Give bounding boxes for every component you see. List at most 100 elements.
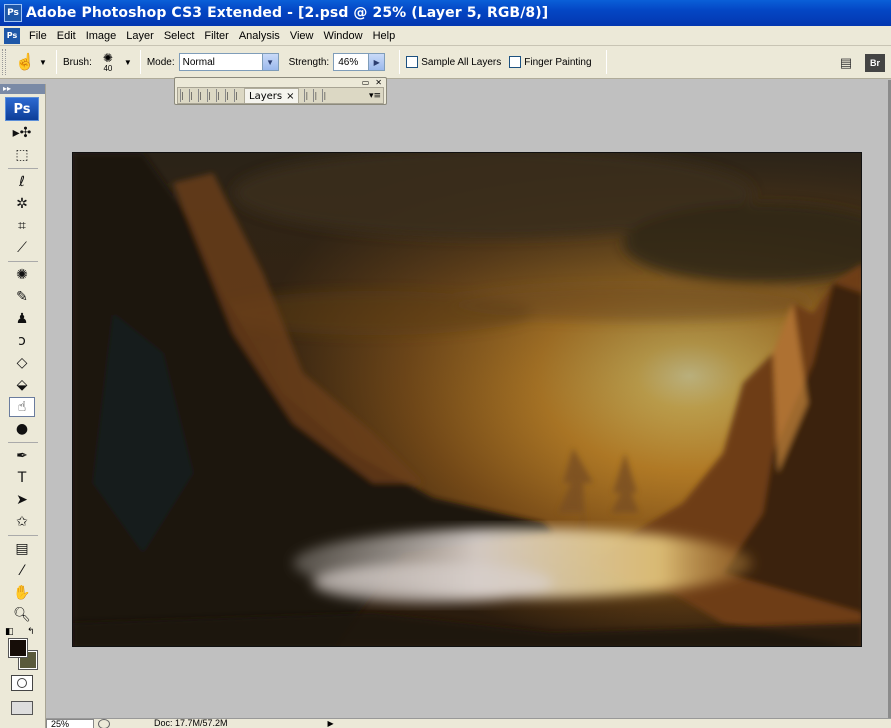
zoom-field[interactable]: 25%	[46, 718, 94, 728]
document-canvas[interactable]	[72, 152, 862, 647]
brush-tool[interactable]: ✎	[9, 287, 35, 307]
collapsed-tab[interactable]: |	[313, 89, 320, 102]
menu-edit[interactable]: Edit	[52, 30, 81, 42]
finger-painting-checkbox[interactable]	[509, 56, 522, 68]
palette-tabs: | | | | | | | Layers × | | | ▾≡	[177, 87, 384, 104]
swap-colors-icon[interactable]: ↰	[27, 627, 35, 637]
palette-titlebar[interactable]: ▭ ✕	[175, 78, 386, 87]
mode-value: Normal	[182, 56, 215, 68]
menu-analysis[interactable]: Analysis	[234, 30, 285, 42]
smudge-icon: ☝	[15, 54, 35, 71]
magic-wand-tool[interactable]: ✲	[9, 194, 35, 214]
document-icon[interactable]: Ps	[4, 27, 20, 44]
chevron-down-icon[interactable]: ▼	[261, 54, 278, 70]
brush-dropdown-icon[interactable]: ▼	[124, 58, 132, 67]
strength-input[interactable]: 46%	[333, 53, 370, 71]
menu-filter[interactable]: Filter	[199, 30, 233, 42]
photoshop-logo[interactable]: Ps	[5, 97, 39, 121]
path-selection-tool[interactable]: ➤	[9, 490, 35, 510]
marquee-tool[interactable]: ⬚	[9, 145, 35, 165]
spot-healing-tool[interactable]: ✺	[9, 265, 35, 285]
photoshop-app-icon[interactable]: Ps	[4, 4, 22, 22]
eyedropper-slice-tool[interactable]: ⟋	[9, 238, 35, 258]
menu-file[interactable]: File	[24, 30, 52, 42]
default-colors-icon[interactable]: ◧	[5, 627, 14, 637]
finger-painting-label[interactable]: Finger Painting	[524, 57, 591, 68]
collapsed-tab[interactable]: |	[225, 89, 232, 102]
collapsed-tab[interactable]: |	[304, 89, 311, 102]
marquee-icon: ⬚	[15, 147, 29, 163]
clone-stamp-tool[interactable]: ♟	[9, 309, 35, 329]
lasso-tool[interactable]: ℓ	[9, 172, 35, 192]
collapsed-tab[interactable]: |	[216, 89, 223, 102]
collapsed-tab[interactable]: |	[189, 89, 196, 102]
brush-icon: ✎	[16, 289, 28, 305]
close-icon[interactable]: ×	[286, 91, 294, 102]
mode-label: Mode:	[146, 56, 175, 68]
screen-mode-button[interactable]	[11, 701, 33, 715]
magic-wand-icon: ✲	[16, 196, 28, 212]
menu-select[interactable]: Select	[159, 30, 200, 42]
sample-all-layers-label[interactable]: Sample All Layers	[421, 57, 501, 68]
hand-tool[interactable]: ✋	[9, 583, 35, 603]
tab-layers-label: Layers	[249, 90, 283, 102]
bridge-icon[interactable]: Br	[865, 53, 885, 72]
collapsed-tab[interactable]: |	[180, 89, 187, 102]
custom-shape-tool[interactable]: ✩	[9, 512, 35, 532]
smudge-tool[interactable]: ☝	[9, 397, 35, 417]
strength-slider-button[interactable]: ▶	[369, 53, 386, 71]
history-brush-tool[interactable]: ↄ	[9, 331, 35, 351]
toolbox-collapse-icon[interactable]: ▸▸	[0, 84, 45, 94]
options-right-icons: ▤ Br	[837, 46, 891, 79]
menu-layer[interactable]: Layer	[121, 30, 159, 42]
notes-tool[interactable]: ▤	[9, 539, 35, 559]
minimize-icon[interactable]: ▭	[362, 78, 370, 87]
paint-bucket-tool[interactable]: ⬙	[9, 375, 35, 395]
menu-bar: Ps File Edit Image Layer Select Filter A…	[0, 26, 891, 46]
hand-icon: ✋	[13, 585, 31, 601]
doc-size: Doc: 17.7M/57.2M	[154, 718, 228, 728]
close-icon[interactable]: ✕	[375, 78, 382, 87]
collapsed-tab[interactable]: |	[322, 89, 329, 102]
move-tool[interactable]: ▸✣	[9, 123, 35, 143]
collapsed-tab[interactable]: |	[234, 89, 241, 102]
menu-view[interactable]: View	[285, 30, 319, 42]
quick-mask-button[interactable]	[11, 675, 33, 691]
layers-palette[interactable]: ▭ ✕ | | | | | | | Layers × | | | ▾≡	[174, 77, 387, 105]
brush-label: Brush:	[63, 56, 92, 68]
mode-select[interactable]: Normal ▼	[178, 53, 279, 71]
eraser-icon: ◇	[16, 355, 28, 371]
crop-icon: ⌗	[18, 218, 26, 234]
status-menu-arrow[interactable]: ▶	[328, 719, 334, 728]
pen-tool[interactable]: ✒	[9, 446, 35, 466]
title-bar: Ps Adobe Photoshop CS3 Extended - [2.psd…	[0, 0, 891, 26]
dodge-tool[interactable]: ●	[9, 419, 35, 439]
crop-tool[interactable]: ⌗	[9, 216, 35, 236]
type-tool[interactable]: T	[9, 468, 35, 488]
divider	[399, 50, 401, 74]
menu-help[interactable]: Help	[368, 30, 401, 42]
quick-mask-icon	[17, 678, 27, 688]
menu-window[interactable]: Window	[318, 30, 367, 42]
divider	[139, 50, 141, 74]
clone-stamp-icon: ♟	[15, 311, 29, 327]
palette-well-icon[interactable]: ▤	[837, 54, 855, 72]
sample-all-layers-checkbox[interactable]	[406, 56, 419, 68]
foreground-color[interactable]	[8, 638, 28, 658]
brush-picker[interactable]: ✺ 40	[96, 49, 120, 75]
toolbox-divider	[8, 261, 38, 262]
menu-image[interactable]: Image	[81, 30, 122, 42]
history-brush-icon: ↄ	[18, 333, 26, 349]
custom-shape-icon: ✩	[16, 514, 28, 530]
options-bar-grip[interactable]	[2, 49, 6, 75]
toolbox-divider	[8, 535, 38, 536]
zoom-icon[interactable]	[98, 718, 110, 728]
palette-menu-icon[interactable]: ▾≡	[369, 91, 383, 101]
collapsed-tab[interactable]: |	[198, 89, 205, 102]
tool-preset-picker[interactable]: ☝ ▼	[14, 49, 50, 75]
eraser-tool[interactable]: ◇	[9, 353, 35, 373]
eyedropper-tool[interactable]: ⁄	[9, 561, 35, 581]
tab-layers[interactable]: Layers ×	[244, 88, 300, 103]
zoom-tool[interactable]: 🔍︎	[9, 605, 35, 625]
collapsed-tab[interactable]: |	[207, 89, 214, 102]
